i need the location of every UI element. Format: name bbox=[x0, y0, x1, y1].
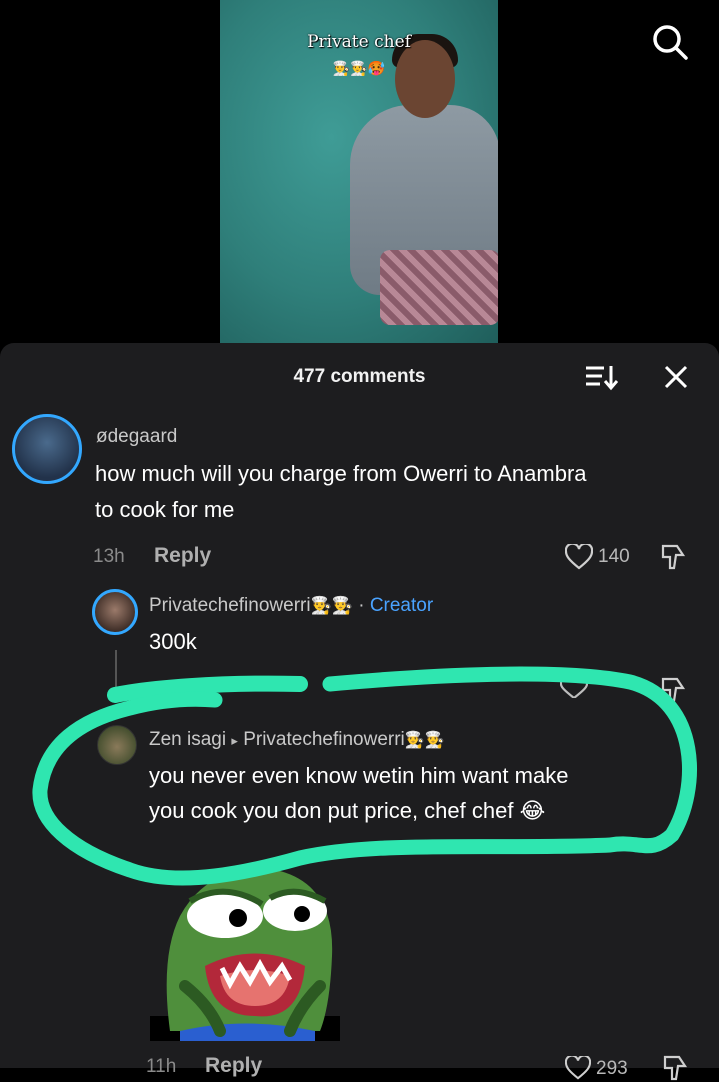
reply-button[interactable]: Reply bbox=[154, 544, 211, 568]
dislike-icon[interactable] bbox=[662, 1054, 688, 1082]
like-count: 293 bbox=[596, 1058, 628, 1079]
dislike-icon[interactable] bbox=[660, 676, 686, 704]
avatar[interactable] bbox=[97, 725, 137, 765]
comment-username-row: Privatechefinowerri👨‍🍳👨‍🍳 · Creator bbox=[149, 595, 433, 617]
avatar[interactable] bbox=[92, 589, 138, 635]
thread-line bbox=[115, 650, 117, 695]
comment-text: 300k bbox=[149, 629, 197, 654]
comment-username[interactable]: Zen isagi bbox=[149, 729, 226, 750]
frog-sticker bbox=[150, 869, 340, 1041]
comment-text-line2: you cook you don put price, chef chef bbox=[149, 798, 514, 823]
reply-arrow-icon: ▸ bbox=[231, 733, 238, 748]
comment-text-line1: how much will you charge from Owerri to … bbox=[95, 461, 587, 486]
like-count: 140 bbox=[598, 546, 630, 567]
video-preview[interactable]: Private chef 👨‍🍳👨‍🍳🥵 bbox=[220, 0, 498, 343]
reply-to-username[interactable]: Privatechefinowerri bbox=[243, 729, 405, 750]
heart-icon[interactable] bbox=[565, 544, 593, 570]
avatar[interactable] bbox=[12, 414, 82, 484]
video-caption: Private chef bbox=[307, 32, 411, 52]
username-separator: · bbox=[358, 595, 365, 616]
creator-badge: Creator bbox=[369, 595, 434, 616]
comment-time: 11h bbox=[146, 1056, 177, 1077]
reply-to-emojis: 👨‍🍳👨‍🍳 bbox=[404, 732, 445, 749]
dislike-icon[interactable] bbox=[660, 543, 686, 571]
video-person-skirt bbox=[380, 250, 498, 325]
comment-text-line2: to cook for me bbox=[95, 497, 235, 522]
heart-icon[interactable] bbox=[565, 1056, 591, 1080]
comment-username-row: Zen isagi ▸ Privatechefinowerri👨‍🍳👨‍🍳 bbox=[149, 729, 445, 751]
comment-username[interactable]: ødegaard bbox=[96, 426, 177, 448]
comments-sheet: 477 comments bbox=[0, 343, 719, 1068]
close-icon[interactable] bbox=[662, 363, 690, 391]
comment-text-line2-row: you cook you don put price, chef chef 😂 bbox=[149, 793, 545, 829]
sort-icon[interactable] bbox=[584, 363, 618, 391]
heart-icon[interactable] bbox=[560, 678, 588, 698]
search-icon[interactable] bbox=[650, 22, 690, 62]
reply-button[interactable]: Reply bbox=[205, 1054, 262, 1078]
video-caption-emojis: 👨‍🍳👨‍🍳🥵 bbox=[332, 60, 386, 76]
comment-text-line1: you never even know wetin him want make bbox=[149, 763, 569, 788]
comment-time: 13h bbox=[93, 546, 125, 567]
comment-username[interactable]: Privatechefinowerri bbox=[149, 595, 311, 616]
username-emojis: 👨‍🍳👨‍🍳 bbox=[310, 596, 353, 615]
laughing-emoji: 😂 bbox=[519, 798, 546, 823]
